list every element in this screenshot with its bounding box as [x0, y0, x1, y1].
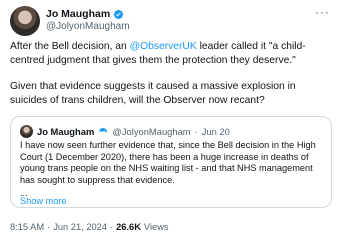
verified-badge-icon	[99, 127, 108, 134]
tweet-text-segment: After the Bell decision, an	[10, 41, 130, 52]
quoted-tweet-header: Jo Maugham @JolyonMaugham · Jun 20	[20, 125, 230, 138]
views-label: Views	[143, 222, 169, 232]
author-name[interactable]: Jo Maugham	[46, 8, 110, 20]
tweet-date[interactable]: Jun 21, 2024	[53, 222, 107, 232]
views-count: 26.6K	[116, 222, 141, 232]
show-more-link[interactable]: Show more	[20, 196, 66, 206]
tweet-footer: 8:15 AM · Jun 21, 2024 · 26.6K Views	[10, 222, 169, 232]
tweet-paragraph-1: After the Bell decision, an @ObserverUK …	[10, 40, 334, 67]
meta-separator: ·	[110, 222, 114, 232]
quoted-author-avatar	[20, 125, 33, 138]
author-name-row: Jo Maugham	[46, 8, 124, 20]
author-avatar[interactable]	[10, 6, 40, 36]
author-handle[interactable]: @JolyonMaugham	[46, 21, 130, 32]
tweet-text: After the Bell decision, an @ObserverUK …	[10, 40, 334, 107]
quoted-tweet-date: Jun 20	[201, 126, 230, 137]
tweet-paragraph-2: Given that evidence suggests it caused a…	[10, 81, 296, 106]
quoted-tweet-text: I have now seen further evidence that, s…	[20, 140, 316, 185]
quoted-author-name: Jo Maugham	[37, 126, 95, 137]
quoted-tweet[interactable]: Jo Maugham @JolyonMaugham · Jun 20 I hav…	[10, 116, 332, 208]
mention-link[interactable]: @ObserverUK	[130, 41, 197, 52]
verified-badge-icon	[113, 9, 124, 19]
quoted-author-handle: @JolyonMaugham	[112, 126, 191, 137]
more-options-icon[interactable]: ···	[315, 6, 330, 18]
tweet-time[interactable]: 8:15 AM	[10, 222, 44, 232]
meta-separator: ·	[47, 222, 51, 232]
meta-separator: ·	[194, 126, 198, 137]
